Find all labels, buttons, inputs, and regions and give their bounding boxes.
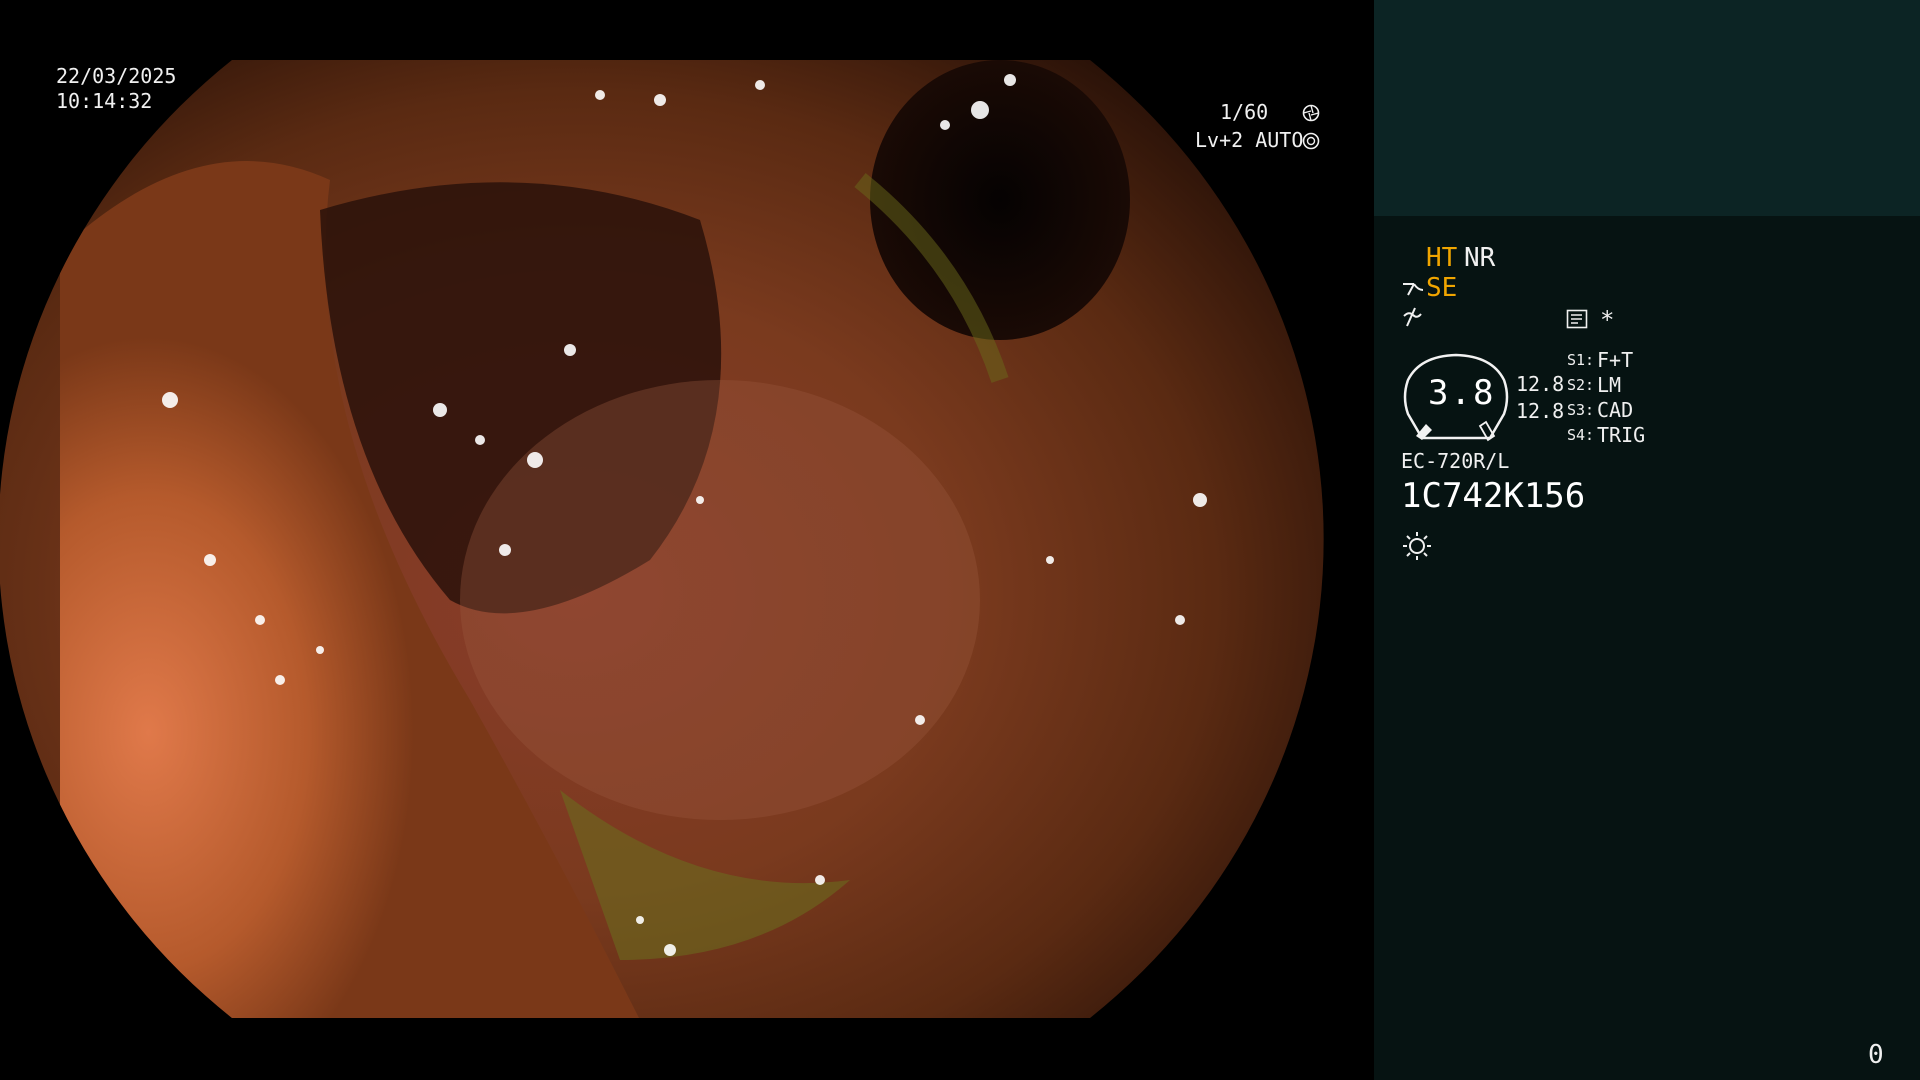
endoscope-view xyxy=(0,0,1374,1080)
scope-tilde-icon xyxy=(1403,307,1422,327)
info-panel xyxy=(1374,216,1920,1080)
ht-label: HT xyxy=(1426,243,1458,273)
frame-counter: 0 xyxy=(1868,1040,1884,1070)
menu-list-icon xyxy=(1566,309,1588,329)
scope-model: EC-720R/L xyxy=(1401,449,1510,473)
se-label: SE xyxy=(1426,273,1458,303)
star-label: * xyxy=(1600,306,1615,334)
value-bottom: 12.8 xyxy=(1516,399,1565,423)
s3-key: S3: xyxy=(1567,401,1595,419)
s2-value: LM xyxy=(1597,373,1622,397)
scope-value: 3.8 xyxy=(1428,373,1496,413)
nr-label: NR xyxy=(1464,243,1496,273)
time-text: 10:14:32 xyxy=(56,89,153,113)
auto-iris-icon xyxy=(1302,132,1320,150)
s3-value: CAD xyxy=(1597,398,1634,422)
endoscope-image xyxy=(0,60,1324,1018)
shutter-text: 1/60 xyxy=(1220,100,1269,124)
s4-key: S4: xyxy=(1567,426,1595,444)
scope-wave-icon xyxy=(1403,283,1424,296)
level-text: Lv+2 AUTO xyxy=(1195,128,1304,152)
light-icon xyxy=(1403,532,1431,560)
s1-key: S1: xyxy=(1567,351,1595,369)
panel-header-area xyxy=(1374,0,1920,216)
scope-serial: 1C742K156 xyxy=(1401,476,1586,516)
shutter-icon xyxy=(1302,104,1320,122)
s4-value: TRIG xyxy=(1597,423,1646,447)
s2-key: S2: xyxy=(1567,376,1595,394)
s1-value: F+T xyxy=(1597,348,1634,372)
value-top: 12.8 xyxy=(1516,372,1565,396)
date-text: 22/03/2025 xyxy=(56,64,177,88)
